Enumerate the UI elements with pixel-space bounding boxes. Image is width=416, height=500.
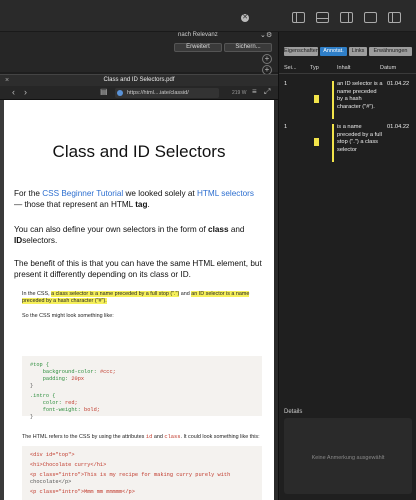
- annotation-date: 01.04.22: [387, 124, 410, 130]
- paragraph-intro: For the CSS Beginner Tutorial we looked …: [14, 189, 254, 209]
- highlight-swatch-icon: [314, 138, 319, 146]
- tab-annotationen[interactable]: Annotat.: [320, 47, 347, 56]
- sidebar-left-icon[interactable]: [292, 12, 305, 23]
- annotation-date: 01.04.22: [387, 81, 410, 87]
- tab-links[interactable]: Links: [349, 47, 367, 56]
- link-html-selectors[interactable]: HTML selectors: [197, 189, 254, 198]
- top-toolbar: ✕: [0, 0, 416, 32]
- sidebar-toggle-icon[interactable]: ▤: [100, 87, 108, 96]
- inspector-icon[interactable]: [388, 12, 401, 23]
- pdf-page: Class and ID Selectors For the CSS Begin…: [4, 100, 274, 500]
- paragraph-css-example: So the CSS might look something like:: [22, 313, 114, 319]
- html-code-block: <div id="top"> <h1>Chocolate curry</h1> …: [22, 446, 262, 500]
- column-content[interactable]: Inhalt: [337, 65, 350, 71]
- clear-search-icon[interactable]: ✕: [241, 14, 249, 22]
- sichern-button[interactable]: Sichern...: [224, 43, 272, 52]
- menu-icon[interactable]: ≡: [252, 87, 257, 96]
- forward-icon[interactable]: ›: [24, 87, 27, 97]
- url-field[interactable]: https://html....iate/classid/: [115, 88, 219, 98]
- annotation-content: is a name preceded by a full stop (".") …: [337, 124, 382, 153]
- sort-select[interactable]: nach Relevanz: [178, 32, 218, 38]
- column-page[interactable]: Sei...: [284, 65, 297, 71]
- paragraph-html-attributes: The HTML refers to the CSS by using the …: [22, 434, 260, 440]
- highlight-swatch-icon: [314, 95, 319, 103]
- layout-icon[interactable]: [364, 12, 377, 23]
- chevron-down-icon[interactable]: ⌄: [260, 31, 266, 39]
- add-icon[interactable]: +: [262, 54, 272, 64]
- document-tab[interactable]: × Class and ID Selectors.pdf: [0, 74, 278, 86]
- sidebar-right-icon[interactable]: [340, 12, 353, 23]
- annotation-content: an ID selector is a name preceded by a h…: [337, 81, 383, 110]
- highlight-bar: [332, 124, 334, 162]
- highlight-bar: [332, 81, 334, 119]
- paragraph-benefit: The benefit of this is that you can have…: [14, 259, 262, 279]
- annotation-row[interactable]: 1 is a name preceded by a full stop ("."…: [279, 124, 416, 162]
- link-css-tutorial[interactable]: CSS Beginner Tutorial: [42, 189, 123, 198]
- url-text: https://html....iate/classid/: [127, 90, 189, 96]
- annotation-page: 1: [284, 124, 288, 130]
- tab-title: Class and ID Selectors.pdf: [103, 77, 175, 83]
- tab-erwaehnungen[interactable]: Erwähnungen: [369, 47, 412, 56]
- globe-icon: [117, 90, 123, 96]
- annotations-table-header: Sei... Typ Inhalt Datum: [279, 62, 416, 74]
- annotation-row[interactable]: 1 an ID selector is a name preceded by a…: [279, 81, 416, 119]
- back-icon[interactable]: ‹: [12, 87, 15, 97]
- panel-bottom-icon[interactable]: [316, 12, 329, 23]
- annotation-page: 1: [284, 81, 288, 87]
- highlight-class-selector[interactable]: a class selector is a name preceded by a…: [51, 291, 180, 297]
- paragraph-own-selectors: You can also define your own selectors i…: [14, 225, 245, 245]
- column-type[interactable]: Typ: [310, 65, 319, 71]
- details-empty-text: Keine Anmerkung ausgewählt: [311, 455, 385, 461]
- page-title: Class and ID Selectors: [52, 142, 226, 161]
- search-options-strip: [0, 32, 278, 72]
- gear-icon[interactable]: ⚙: [266, 31, 272, 39]
- css-code-block: #top { background-color: #ccc; padding: …: [22, 356, 262, 420]
- paragraph-css-definition: In the CSS, a class selector is a name p…: [22, 291, 250, 304]
- erweitert-button[interactable]: Erweitert: [174, 43, 222, 52]
- word-count: 219 W: [232, 90, 247, 96]
- tab-eigenschaften[interactable]: Eigenschaften: [284, 47, 319, 56]
- column-date[interactable]: Datum: [380, 65, 396, 71]
- expand-icon[interactable]: ⤢: [264, 87, 270, 97]
- details-label: Details: [284, 409, 303, 415]
- navigation-bar: ‹ › ▤ https://html....iate/classid/ 219 …: [0, 86, 278, 100]
